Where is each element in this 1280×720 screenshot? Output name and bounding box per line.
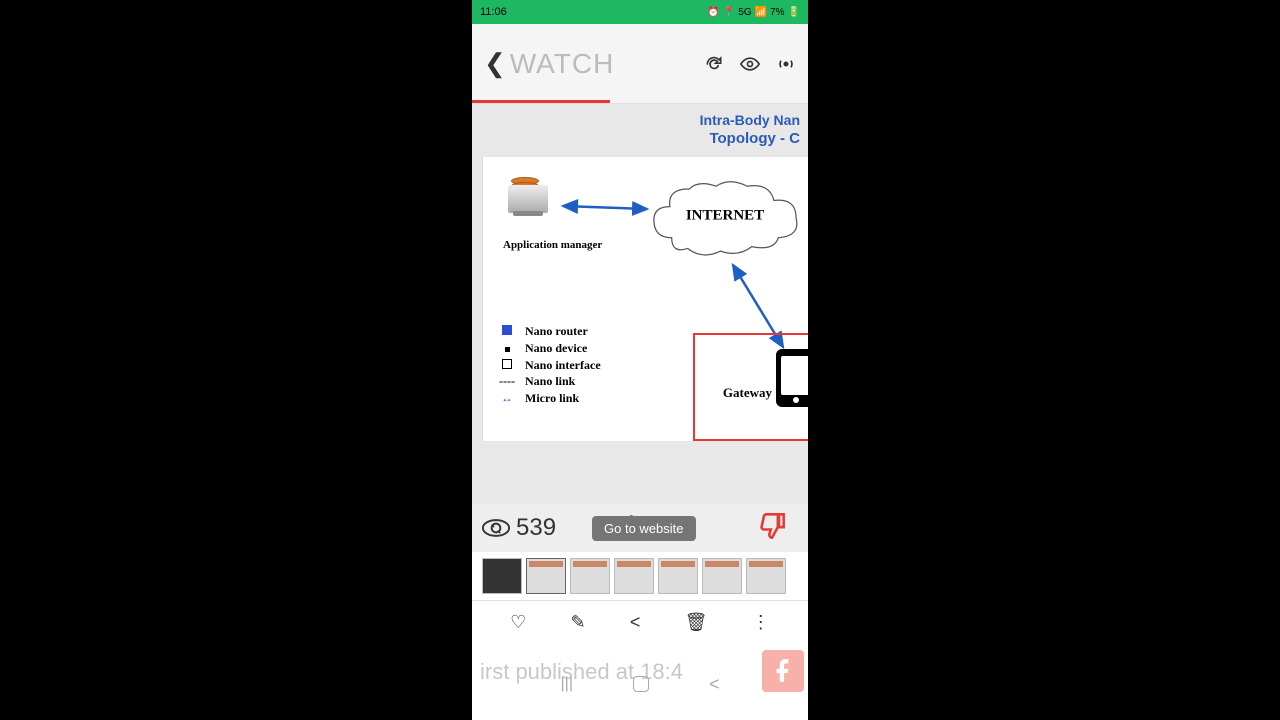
thumbnail-item[interactable]: [746, 558, 786, 594]
gateway-node: Gateway: [776, 349, 808, 407]
views-block: 539: [482, 514, 556, 542]
internet-cloud: INTERNET: [645, 175, 805, 265]
thumbnail-item[interactable]: [702, 558, 742, 594]
share-button[interactable]: <: [630, 612, 641, 633]
status-indicators: ⏰ 📍 5G 📶 7% 🔋: [707, 7, 800, 18]
status-bar: 11:06 ⏰ 📍 5G 📶 7% 🔋: [472, 0, 808, 24]
network-label: 5G: [738, 7, 751, 18]
thumbnail-item[interactable]: [570, 558, 610, 594]
phone-screen: 11:06 ⏰ 📍 5G 📶 7% 🔋 ❮ WATCH Intra-Body N…: [472, 0, 808, 720]
stats-bar: 539 4 Go to website: [472, 504, 808, 552]
android-nav-bar: ||| <: [472, 668, 808, 700]
arrow-server-cloud: [555, 191, 655, 221]
thumbnail-strip[interactable]: [472, 552, 808, 600]
delete-button[interactable]: 🗑: [685, 612, 708, 633]
nav-recent[interactable]: |||: [561, 675, 573, 693]
thumbnail-item[interactable]: [482, 558, 522, 594]
footer: irst published at 18:4 ||| <: [472, 644, 808, 700]
signal-icon: 📶: [755, 7, 767, 18]
legend-nano-device: Nano device: [525, 340, 587, 357]
battery-label: 7%: [770, 7, 784, 18]
legend: Nano router Nano device Nano interface -…: [495, 323, 601, 407]
nav-home[interactable]: [633, 676, 649, 692]
phone-icon: [776, 349, 808, 407]
cloud-label: INTERNET: [686, 208, 764, 225]
gateway-label: Gateway: [723, 385, 772, 401]
nav-back[interactable]: <: [709, 674, 720, 695]
location-icon: 📍: [723, 7, 735, 18]
downvote-button[interactable]: [758, 512, 786, 545]
legend-nano-router: Nano router: [525, 323, 588, 340]
legend-micro-link: Micro link: [525, 390, 579, 407]
more-button[interactable]: ⋮: [752, 612, 770, 633]
app-header: ❮ WATCH: [472, 24, 808, 104]
active-tab-indicator: [472, 100, 610, 103]
header-title: WATCH: [510, 48, 615, 80]
refresh-icon[interactable]: [704, 54, 724, 74]
slide-title-1: Intra-Body Nan: [472, 112, 800, 128]
legend-nano-link: Nano link: [525, 373, 575, 390]
goto-website-button[interactable]: Go to website: [592, 516, 696, 541]
thumbnail-item[interactable]: [658, 558, 698, 594]
thumbnail-item[interactable]: [614, 558, 654, 594]
like-button[interactable]: ♡: [510, 612, 526, 633]
slide-title-2: Topology - C: [472, 130, 800, 147]
views-eye-icon: [482, 518, 510, 538]
views-count: 539: [516, 514, 556, 542]
alarm-icon: ⏰: [707, 7, 719, 18]
battery-icon: 🔋: [788, 7, 800, 18]
edit-button[interactable]: ✎: [571, 612, 586, 633]
status-time: 11:06: [480, 6, 507, 18]
content-area[interactable]: Intra-Body Nan Topology - C Application …: [472, 104, 808, 504]
diagram: Application manager INTERNET Nano router…: [482, 157, 808, 441]
thumb-down-icon: [758, 512, 786, 540]
eye-icon[interactable]: [740, 54, 760, 74]
legend-nano-interface: Nano interface: [525, 357, 601, 374]
server-label: Application manager: [503, 239, 602, 251]
toolbar: ♡ ✎ < 🗑 ⋮: [472, 600, 808, 644]
back-button[interactable]: ❮: [484, 48, 506, 79]
thumbnail-item[interactable]: [526, 558, 566, 594]
broadcast-icon[interactable]: [776, 54, 796, 74]
